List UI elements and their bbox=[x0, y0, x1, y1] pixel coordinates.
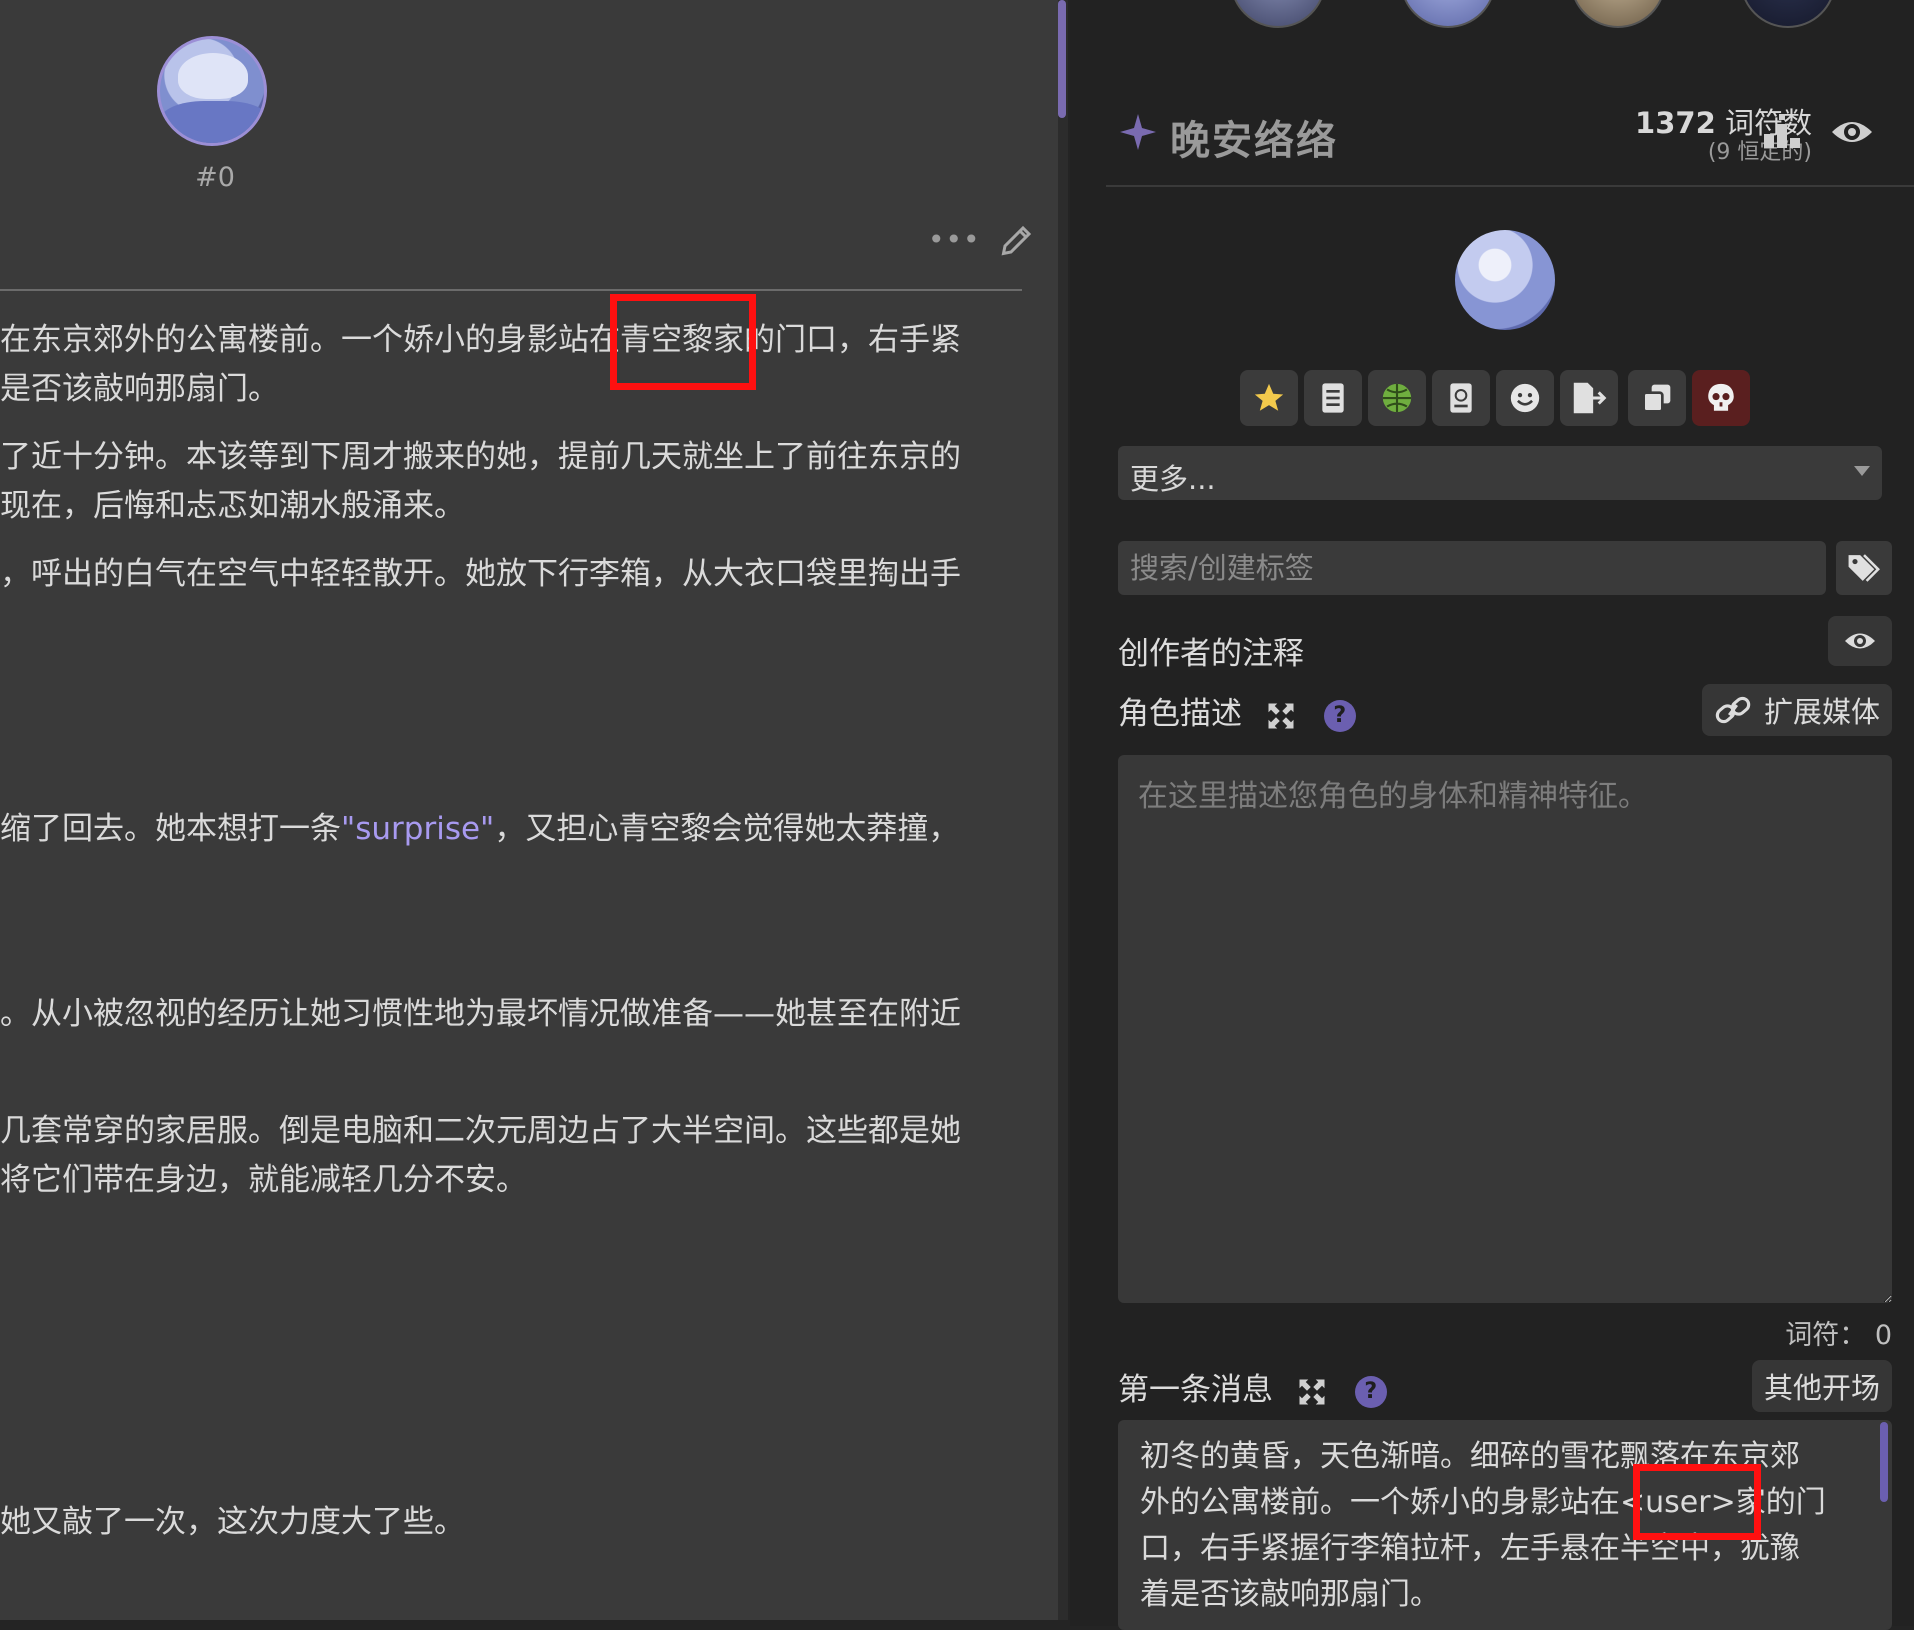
more-actions-icon[interactable]: ••• bbox=[928, 226, 981, 254]
first-message-line: 口，右手紧握行李箱拉杆，左手悬在半空中，犹豫 bbox=[1140, 1531, 1800, 1566]
help-icon[interactable]: ? bbox=[1323, 699, 1356, 732]
message-line: 几套常穿的家居服。倒是电脑和二次元周边占了大半空间。这些都是她 bbox=[0, 1113, 961, 1149]
book-icon bbox=[1322, 383, 1344, 413]
world-info-button[interactable] bbox=[1368, 370, 1426, 426]
message-line: 现在，后悔和忐忑如潮水般涌来。 bbox=[0, 488, 465, 524]
more-dropdown[interactable]: 更多... bbox=[1118, 446, 1882, 500]
skull-icon bbox=[1708, 383, 1734, 411]
header-divider bbox=[1106, 185, 1914, 187]
message-line: 是否该敲响那扇门。 bbox=[0, 371, 279, 407]
eye-icon bbox=[1845, 633, 1875, 649]
message-line: 将它们带在身边，就能减轻几分不安。 bbox=[0, 1162, 527, 1198]
duplicate-icon bbox=[1642, 384, 1671, 413]
chat-scrollbar-thumb[interactable] bbox=[1058, 0, 1066, 118]
message-line: ，呼出的白气在空气中轻轻散开。她放下行李箱，从大衣口袋里掏出手 bbox=[0, 556, 961, 592]
first-message-line: 外的公寓楼前。一个娇小的身影站在<user>家的门 bbox=[1140, 1485, 1826, 1520]
first-message-label: 第一条消息 bbox=[1118, 1372, 1273, 1408]
character-avatar[interactable] bbox=[1455, 230, 1555, 330]
description-label-row: 角色描述 ? bbox=[1118, 688, 1356, 733]
passport-icon bbox=[1450, 383, 1472, 413]
star-icon bbox=[1254, 383, 1284, 411]
creator-notes-label: 创作者的注释 bbox=[1118, 636, 1304, 672]
globe-icon bbox=[1382, 383, 1412, 413]
export-icon bbox=[1573, 382, 1607, 414]
message-line: 她又敲了一次，这次力度大了些。 bbox=[0, 1504, 465, 1540]
character-name[interactable]: 晚安络络 bbox=[1170, 108, 1338, 166]
message-index: #0 bbox=[195, 162, 235, 193]
tags-icon bbox=[1848, 554, 1880, 582]
chevron-down-icon bbox=[1854, 466, 1870, 476]
favorite-button[interactable] bbox=[1240, 370, 1298, 426]
recent-character-avatar[interactable] bbox=[1740, 0, 1836, 28]
quoted-text: "surprise" bbox=[341, 811, 495, 847]
link-icon bbox=[1715, 696, 1751, 724]
first-message-label-row: 第一条消息 ? bbox=[1118, 1364, 1387, 1409]
message-avatar[interactable] bbox=[157, 36, 267, 146]
duplicate-button[interactable] bbox=[1628, 370, 1686, 426]
sparkle-icon bbox=[1120, 114, 1156, 150]
description-label: 角色描述 bbox=[1118, 696, 1242, 732]
expand-icon[interactable] bbox=[1266, 701, 1296, 731]
highlight-box bbox=[1633, 1464, 1761, 1540]
message-divider bbox=[0, 289, 1022, 291]
eye-icon[interactable] bbox=[1830, 112, 1874, 152]
first-message-scrollbar[interactable] bbox=[1880, 1422, 1888, 1502]
export-button[interactable] bbox=[1560, 370, 1618, 426]
recent-character-avatar[interactable] bbox=[1570, 0, 1666, 28]
description-token-count: 词符： 0 bbox=[1785, 1320, 1892, 1351]
character-card-button[interactable] bbox=[1432, 370, 1490, 426]
alternate-greetings-button[interactable]: 其他开场 bbox=[1752, 1360, 1892, 1412]
tags-button[interactable] bbox=[1836, 541, 1892, 595]
smile-icon bbox=[1510, 383, 1540, 413]
delete-character-button[interactable] bbox=[1692, 370, 1750, 426]
message-line: 了近十分钟。本该等到下周才搬来的她，提前几天就坐上了前往东京的 bbox=[0, 439, 961, 475]
recent-character-avatar[interactable] bbox=[1230, 0, 1326, 28]
expand-media-button[interactable]: 扩展媒体 bbox=[1702, 684, 1892, 736]
token-chart-icon[interactable] bbox=[1760, 112, 1804, 152]
first-message-textarea[interactable]: 初冬的黄昏，天色渐暗。细碎的雪花飘落在东京郊 外的公寓楼前。一个娇小的身影站在<… bbox=[1118, 1420, 1892, 1630]
description-textarea[interactable] bbox=[1118, 755, 1892, 1303]
message-actions: ••• bbox=[928, 222, 1035, 258]
first-message-line: 着是否该敲响那扇门。 bbox=[1140, 1577, 1440, 1612]
highlight-box bbox=[610, 294, 756, 390]
expressions-button[interactable] bbox=[1496, 370, 1554, 426]
more-dropdown-value: 更多... bbox=[1130, 462, 1216, 496]
creator-notes-toggle-button[interactable] bbox=[1828, 616, 1892, 666]
first-message-line: 初冬的黄昏，天色渐暗。细碎的雪花飘落在东京郊 bbox=[1140, 1439, 1800, 1474]
chat-pane: #0 ••• 在东京郊外的公寓楼前。一个娇小的身影站在青空黎家的门口，右手紧 是… bbox=[0, 0, 1066, 1620]
recent-character-avatar[interactable] bbox=[1400, 0, 1496, 28]
message-line: 在东京郊外的公寓楼前。一个娇小的身影站在青空黎家的门口，右手紧 bbox=[0, 322, 961, 358]
tag-search-input[interactable] bbox=[1118, 541, 1826, 595]
expand-icon[interactable] bbox=[1297, 1377, 1327, 1407]
message-line: 缩了回去。她本想打一条"surprise"，又担心青空黎会觉得她太莽撞， bbox=[0, 811, 960, 847]
help-icon[interactable]: ? bbox=[1354, 1375, 1387, 1408]
lorebook-button[interactable] bbox=[1304, 370, 1362, 426]
character-panel: 晚安络络 1372 词符数 (9 恒定的) 更多... 搜索/创建标签 创作者的… bbox=[1070, 0, 1914, 1630]
message-line: 。从小被忽视的经历让她习惯性地为最坏情况做准备——她甚至在附近 bbox=[0, 996, 961, 1032]
chat-scrollbar[interactable] bbox=[1058, 0, 1068, 1620]
edit-pencil-icon[interactable] bbox=[999, 222, 1035, 258]
